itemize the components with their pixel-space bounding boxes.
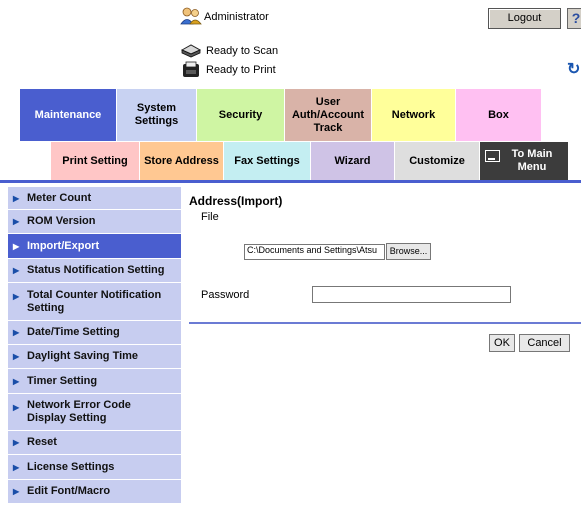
- side-item-timer-setting[interactable]: ▶ Timer Setting: [8, 369, 181, 394]
- users-icon: [180, 7, 202, 25]
- side-item-label: Status Notification Setting: [27, 264, 165, 276]
- printer-icon: [180, 61, 202, 79]
- tab-label: Store Address: [144, 154, 219, 167]
- to-main-menu-button[interactable]: To Main Menu: [480, 142, 568, 180]
- print-status: Ready to Print: [206, 64, 276, 76]
- side-item-label: Daylight Saving Time: [27, 350, 139, 362]
- side-menu: ▶ Meter Count ▶ ROM Version ▶ Import/Exp…: [8, 187, 181, 504]
- logout-button[interactable]: Logout: [488, 8, 561, 29]
- arrow-right-icon: ▶: [13, 487, 20, 496]
- user-name: Administrator: [204, 11, 269, 23]
- side-item-label: ROM Version: [27, 215, 96, 227]
- arrow-right-icon: ▶: [13, 376, 20, 386]
- arrow-right-icon: ▶: [13, 217, 20, 226]
- tab-print-setting[interactable]: Print Setting: [51, 142, 139, 180]
- scan-status: Ready to Scan: [206, 45, 279, 57]
- side-item-label: Edit Font/Macro: [27, 485, 111, 497]
- tab-label: Box: [488, 108, 509, 121]
- tab-label: User Auth/Account Track: [291, 95, 365, 134]
- help-icon[interactable]: ?: [567, 8, 581, 29]
- arrow-right-icon: ▶: [13, 241, 20, 251]
- page-title: Address(Import): [189, 194, 283, 208]
- side-item-rom-version[interactable]: ▶ ROM Version: [8, 210, 181, 234]
- arrow-right-icon: ▶: [13, 352, 20, 361]
- side-item-label: Total Counter Notification Setting: [27, 288, 162, 314]
- browse-button[interactable]: Browse...: [386, 243, 431, 260]
- tab-box[interactable]: Box: [456, 89, 541, 141]
- side-item-reset[interactable]: ▶ Reset: [8, 431, 181, 455]
- side-item-label: Import/Export: [27, 239, 100, 252]
- tab-security[interactable]: Security: [197, 89, 284, 141]
- side-item-status-notification[interactable]: ▶ Status Notification Setting: [8, 259, 181, 283]
- tab-network[interactable]: Network: [372, 89, 455, 141]
- content-divider: [189, 322, 581, 324]
- side-item-label: Date/Time Setting: [27, 326, 120, 338]
- tab-label: Wizard: [334, 154, 371, 167]
- tab-maintenance[interactable]: Maintenance: [20, 89, 116, 141]
- tab-label: Print Setting: [62, 154, 128, 167]
- header-divider: [0, 180, 581, 183]
- side-item-label: Meter Count: [27, 191, 92, 204]
- side-item-network-error-code[interactable]: ▶ Network Error Code Display Setting: [8, 394, 181, 431]
- tab-fax-settings[interactable]: Fax Settings: [224, 142, 310, 180]
- side-item-edit-font-macro[interactable]: ▶ Edit Font/Macro: [8, 480, 181, 504]
- tab-label: Maintenance: [34, 108, 102, 121]
- tab-system-settings[interactable]: System Settings: [117, 89, 196, 141]
- side-item-label: Timer Setting: [27, 374, 98, 387]
- arrow-right-icon: ▶: [13, 266, 20, 275]
- password-label: Password: [201, 289, 250, 301]
- side-item-license-settings[interactable]: ▶ License Settings: [8, 455, 181, 480]
- arrow-right-icon: ▶: [13, 462, 20, 472]
- side-item-label: Reset: [27, 436, 57, 448]
- tab-store-address[interactable]: Store Address: [140, 142, 223, 180]
- arrow-right-icon: ▶: [13, 193, 20, 203]
- file-path-field[interactable]: C:\Documents and Settings\Atsu: [244, 244, 385, 260]
- tab-customize[interactable]: Customize: [395, 142, 479, 180]
- tab-label: System Settings: [134, 102, 179, 127]
- tab-label: Fax Settings: [234, 154, 300, 167]
- side-item-total-counter-notification[interactable]: ▶ Total Counter Notification Setting: [8, 283, 181, 321]
- side-item-import-export[interactable]: ▶ Import/Export: [8, 234, 181, 259]
- arrow-right-icon: ▶: [13, 328, 20, 337]
- tab-label: Customize: [409, 154, 465, 167]
- password-field[interactable]: [312, 286, 511, 303]
- tab-user-auth[interactable]: User Auth/Account Track: [285, 89, 371, 141]
- side-item-label: Network Error Code Display Setting: [27, 399, 131, 424]
- cancel-button[interactable]: Cancel: [519, 334, 570, 352]
- tab-label: To Main Menu: [511, 148, 553, 173]
- side-item-meter-count[interactable]: ▶ Meter Count: [8, 187, 181, 210]
- arrow-right-icon: ▶: [13, 403, 20, 412]
- ok-button[interactable]: OK: [489, 334, 515, 352]
- side-item-date-time[interactable]: ▶ Date/Time Setting: [8, 321, 181, 345]
- scanner-icon: [180, 42, 202, 60]
- side-item-daylight-saving[interactable]: ▶ Daylight Saving Time: [8, 345, 181, 369]
- side-item-label: License Settings: [27, 460, 115, 473]
- arrow-right-icon: ▶: [13, 438, 20, 447]
- tab-label: Network: [391, 108, 436, 121]
- file-label: File: [201, 211, 219, 223]
- tab-label: Security: [218, 108, 263, 121]
- tab-wizard[interactable]: Wizard: [311, 142, 394, 180]
- main-menu-icon: [485, 150, 500, 162]
- refresh-icon[interactable]: ↻: [567, 61, 581, 79]
- arrow-right-icon: ▶: [13, 292, 20, 301]
